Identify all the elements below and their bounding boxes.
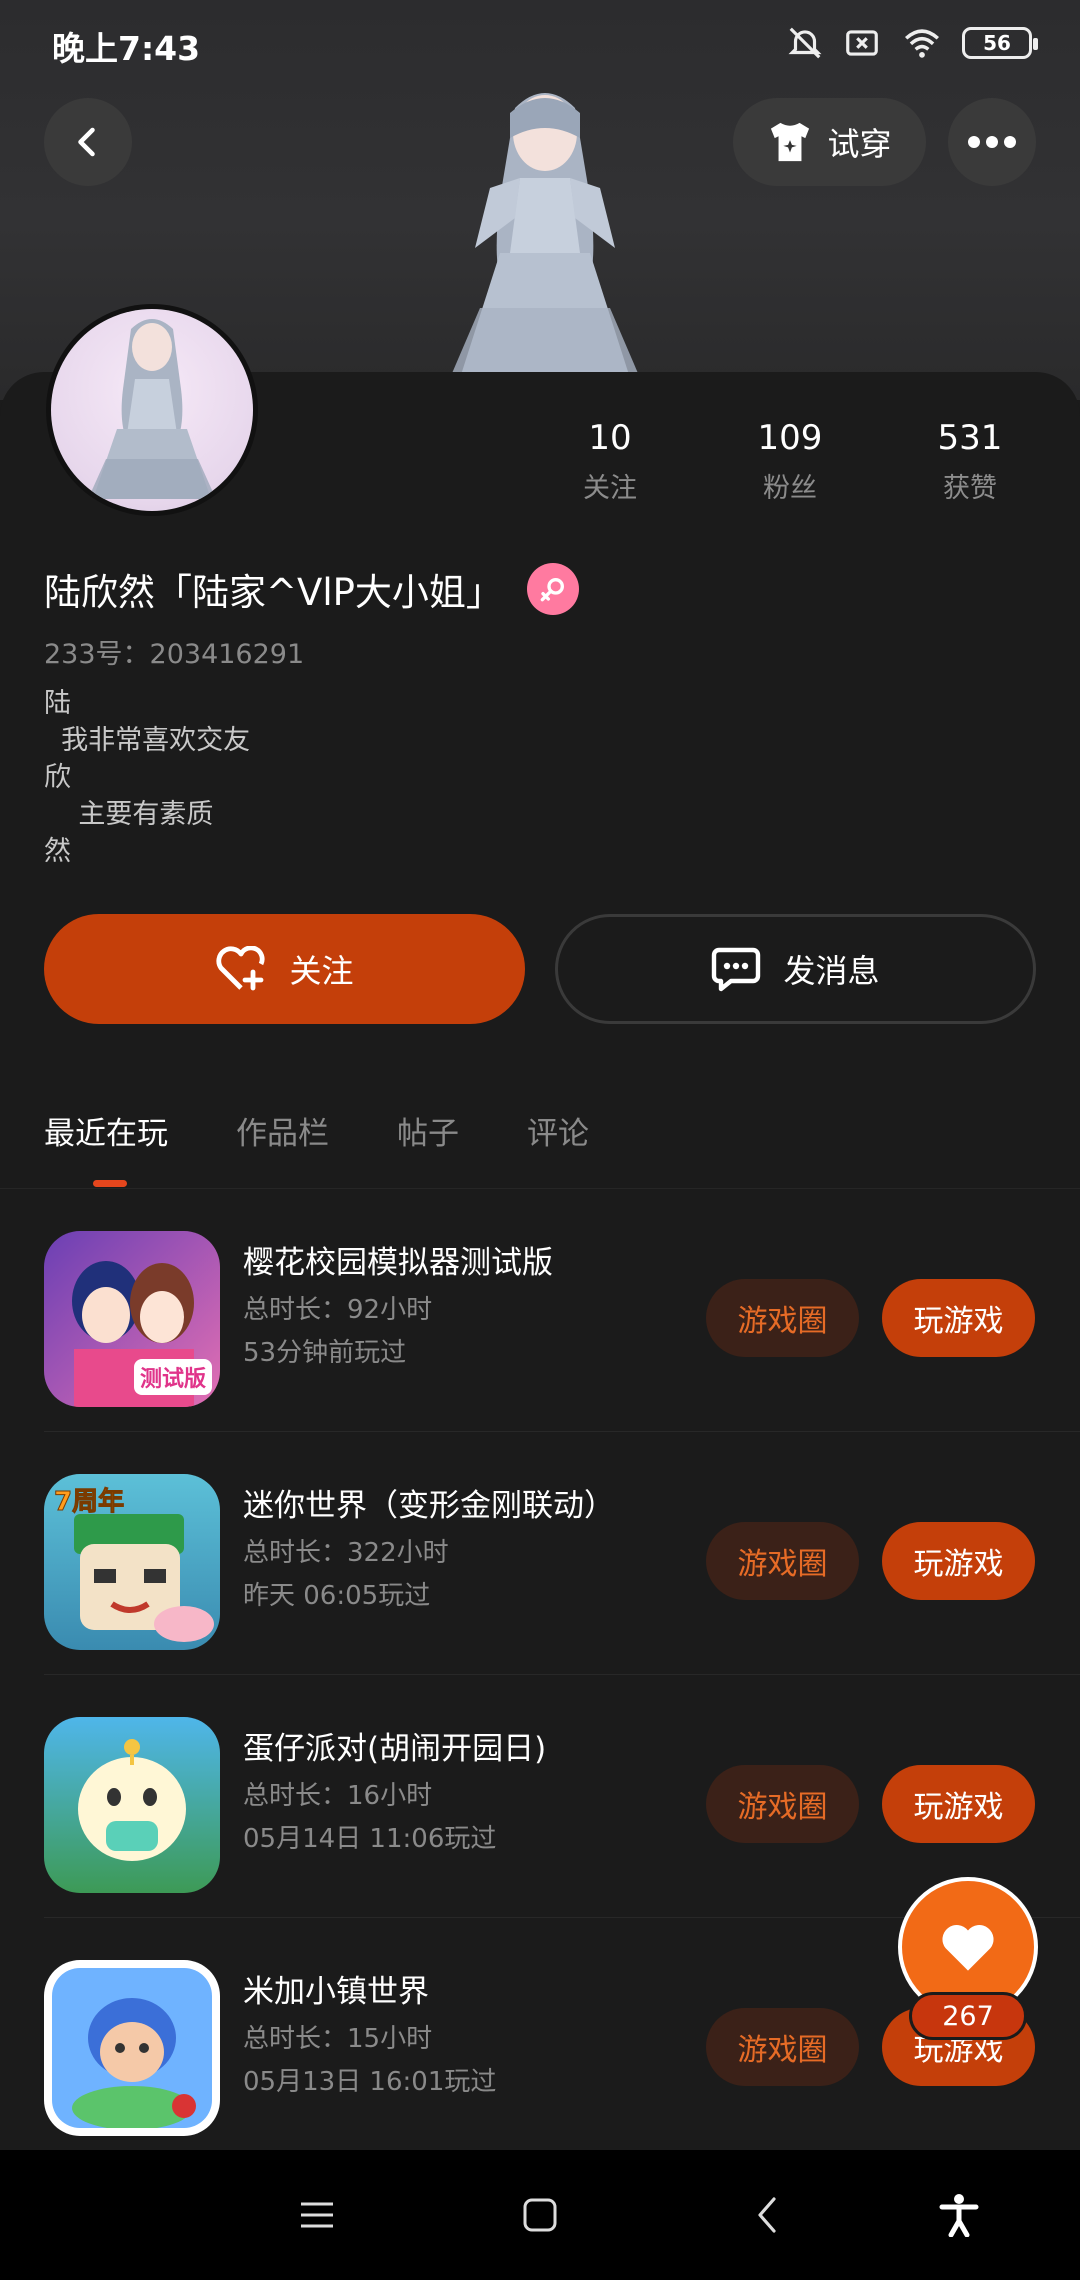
game-name: 蛋仔派对(胡闹开园日)	[243, 1731, 547, 1767]
back-nav-button[interactable]	[742, 2190, 792, 2240]
stat-following-count: 10	[588, 418, 632, 458]
home-square-icon	[523, 2198, 557, 2232]
game-name: 迷你世界（变形金刚联动）	[243, 1488, 615, 1524]
accessibility-nav-button[interactable]	[934, 2190, 984, 2240]
chevron-left-icon	[78, 127, 95, 157]
tab-posts[interactable]: 帖子	[397, 1108, 459, 1153]
game-name: 米加小镇世界	[243, 1974, 429, 2010]
like-count-badge: 267	[909, 1992, 1027, 2040]
profile-uid: 233号：203416291	[44, 639, 305, 670]
battery-level: 56	[983, 31, 1011, 55]
wifi-icon	[905, 29, 939, 58]
play-game-button[interactable]: 玩游戏	[882, 1279, 1035, 1357]
menu-nav-button[interactable]	[292, 2190, 342, 2240]
status-bar: 晚上7:43 56	[0, 0, 1080, 90]
follow-button[interactable]: 关注	[44, 914, 525, 1024]
game-circle-button[interactable]: 游戏圈	[706, 1279, 859, 1357]
svg-text:7周年: 7周年	[54, 1486, 124, 1517]
heart-icon	[942, 1925, 994, 1971]
mute-bell-icon	[788, 27, 822, 59]
back-button[interactable]	[44, 98, 132, 186]
game-duration: 总时长：322小时	[243, 1538, 449, 1568]
message-button[interactable]: 发消息	[555, 914, 1036, 1024]
profile-bio: 陆 我非常喜欢交友 欣 主要有素质 然	[44, 688, 251, 867]
stat-followers[interactable]: 109 粉丝	[700, 418, 880, 505]
game-circle-button[interactable]: 游戏圈	[706, 1765, 859, 1843]
play-game-button[interactable]: 玩游戏	[882, 1522, 1035, 1600]
shirt-icon	[771, 122, 810, 162]
game-duration: 总时长：92小时	[243, 1295, 433, 1325]
more-dots-icon	[968, 136, 1016, 148]
profile-tabs: 最近在玩 作品栏 帖子 评论	[44, 1108, 589, 1153]
avatar-image	[51, 309, 253, 511]
play-game-button[interactable]: 玩游戏	[882, 1765, 1035, 1843]
system-nav-bar	[0, 2150, 1080, 2280]
game-circle-button[interactable]: 游戏圈	[706, 1522, 859, 1600]
stat-following-label: 关注	[583, 473, 637, 504]
accessibility-icon	[939, 2194, 979, 2237]
game-icon-mini-world: 7周年	[44, 1474, 220, 1650]
stat-likes[interactable]: 531 获赞	[880, 418, 1060, 505]
stat-followers-label: 粉丝	[763, 473, 817, 504]
stat-likes-count: 531	[937, 418, 1003, 458]
game-last-played: 05月14日 11:06玩过	[243, 1824, 497, 1854]
tab-comments[interactable]: 评论	[527, 1108, 589, 1153]
svg-text:测试版: 测试版	[140, 1367, 206, 1392]
back-arrow-icon	[758, 2197, 776, 2233]
follow-label: 关注	[289, 952, 354, 990]
tab-active-indicator	[93, 1180, 127, 1187]
try-on-label: 试穿	[827, 125, 892, 163]
game-item[interactable]: 测试版 樱花校园模拟器测试版 总时长：92小时 53分钟前玩过 游戏圈 玩游戏	[0, 1189, 1080, 1432]
game-circle-button[interactable]: 游戏圈	[706, 2008, 859, 2086]
game-icon-sakura-school: 测试版	[44, 1231, 220, 1407]
game-last-played: 昨天 06:05玩过	[243, 1581, 431, 1611]
stat-following[interactable]: 10 关注	[520, 418, 700, 505]
message-label: 发消息	[783, 952, 880, 990]
profile-nickname: 陆欣然「陆家^VlP大小姐」	[44, 562, 579, 616]
game-duration: 总时长：15小时	[243, 2024, 433, 2054]
battery-indicator: 56	[962, 27, 1038, 59]
sim-off-icon	[846, 30, 878, 56]
nickname-text: 陆欣然「陆家^VlP大小姐」	[44, 571, 503, 614]
menu-lines-icon	[301, 2202, 333, 2228]
tab-works[interactable]: 作品栏	[236, 1108, 329, 1153]
chat-bubble-icon	[712, 947, 761, 992]
profile-stats: 10 关注 109 粉丝 531 获赞	[520, 418, 1060, 505]
stat-likes-label: 获赞	[943, 473, 997, 504]
avatar-3d-figure	[450, 93, 640, 378]
game-item[interactable]: 7周年 迷你世界（变形金刚联动） 总时长：322小时 昨天 06:05玩过 游戏…	[0, 1432, 1080, 1675]
avatar-figure	[88, 319, 216, 499]
more-options-button[interactable]	[948, 98, 1036, 186]
status-icons: 56	[786, 24, 1038, 62]
home-nav-button[interactable]	[515, 2190, 565, 2240]
tab-recently-played[interactable]: 最近在玩	[44, 1108, 168, 1153]
status-time: 晚上7:43	[52, 29, 201, 68]
game-duration: 总时长：16小时	[243, 1781, 433, 1811]
female-gender-icon	[526, 563, 579, 615]
game-name: 樱花校园模拟器测试版	[243, 1245, 553, 1281]
game-last-played: 53分钟前玩过	[243, 1338, 407, 1368]
game-icon-eggy-party	[44, 1717, 220, 1893]
heart-plus-icon	[216, 946, 266, 991]
game-icon-miga-town	[44, 1960, 220, 2136]
avatar[interactable]	[46, 304, 258, 516]
game-item[interactable]: 蛋仔派对(胡闹开园日) 总时长：16小时 05月14日 11:06玩过 游戏圈 …	[0, 1675, 1080, 1918]
game-last-played: 05月13日 16:01玩过	[243, 2067, 497, 2097]
stat-followers-count: 109	[757, 418, 823, 458]
try-on-button[interactable]: 试穿	[733, 98, 926, 186]
